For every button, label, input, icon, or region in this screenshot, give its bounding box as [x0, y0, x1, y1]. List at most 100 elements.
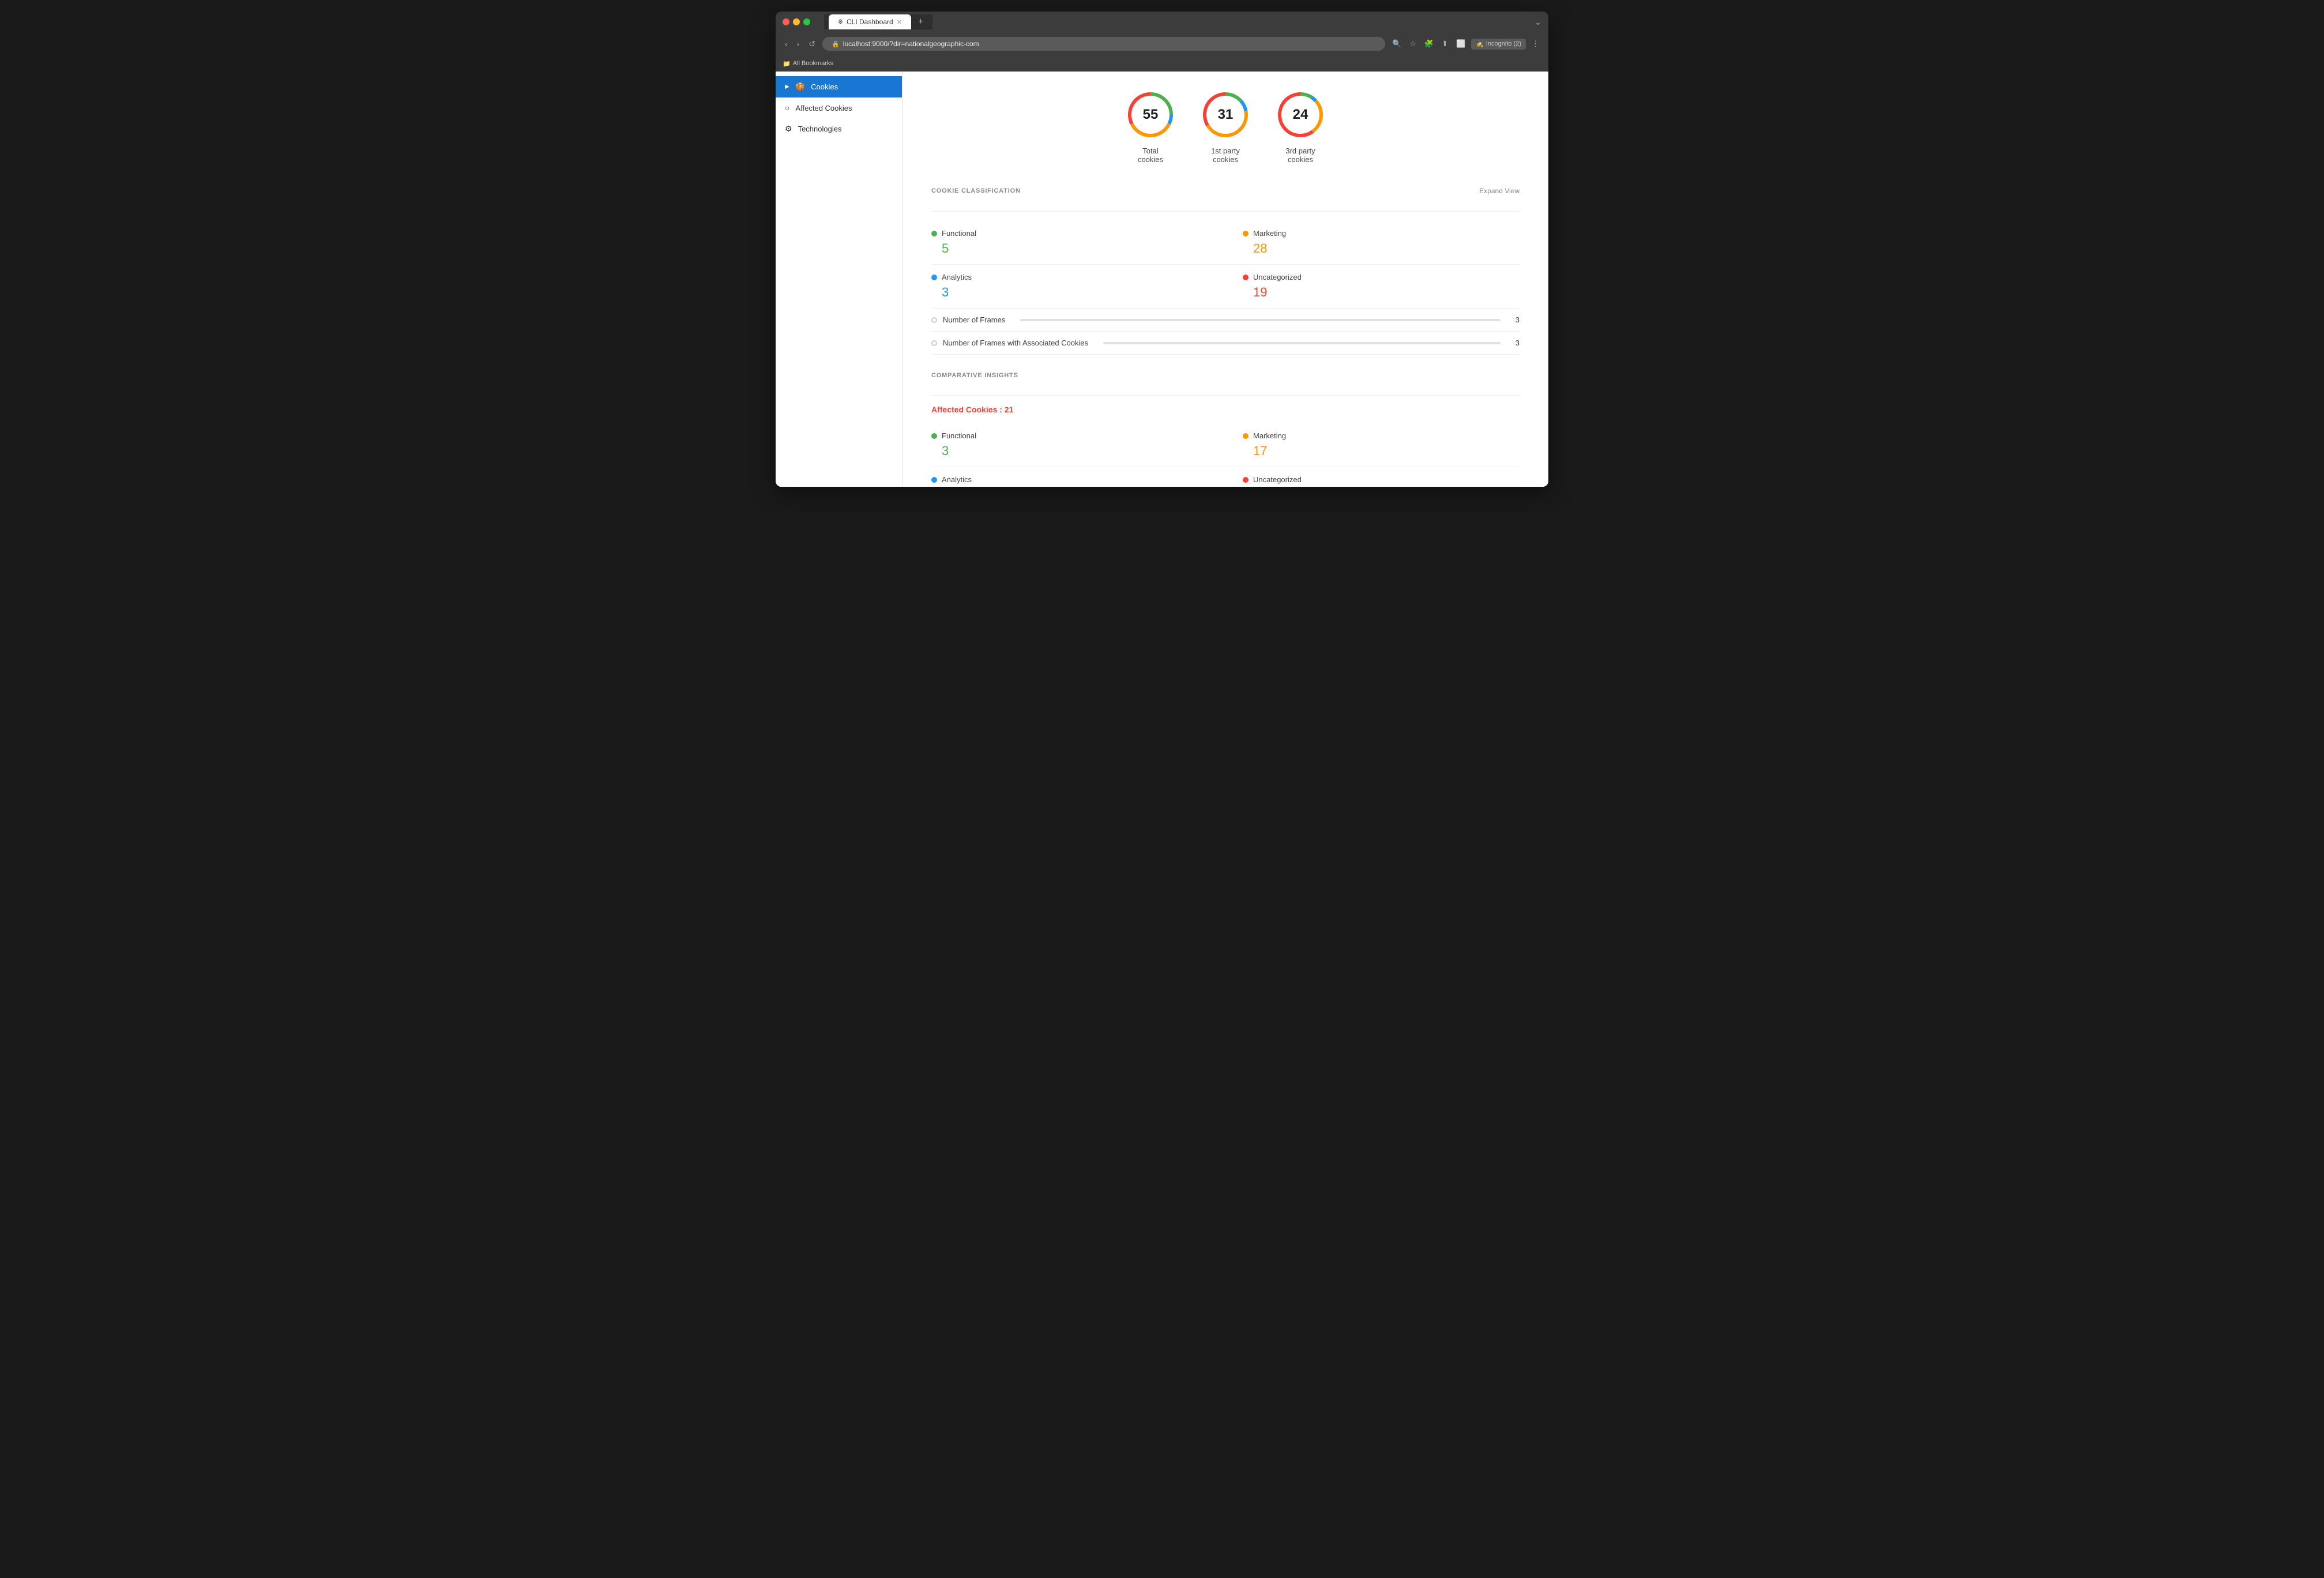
marketing-value: 28 — [1253, 241, 1520, 256]
comp-analytics-label-row: Analytics — [931, 475, 1208, 484]
comp-uncategorized-dot — [1243, 477, 1249, 483]
cookie-classification-section: COOKIE CLASSIFICATION Expand View Functi… — [931, 187, 1520, 355]
functional-label: Functional — [942, 229, 976, 238]
classification-uncategorized: Uncategorized 19 — [1225, 265, 1520, 309]
expand-arrow-icon: ▶ — [785, 84, 789, 90]
frames-dot-1 — [931, 317, 937, 323]
sidebar: ▶ 🍪 Cookies ○ Affected Cookies ⚙ Technol… — [776, 72, 902, 487]
comp-analytics-label: Analytics — [942, 475, 972, 484]
sidebar-item-technologies[interactable]: ⚙ Technologies — [776, 118, 902, 140]
incognito-label: Incognito (2) — [1486, 40, 1521, 47]
technologies-icon: ⚙ — [785, 124, 792, 134]
frames-value-1: 3 — [1516, 315, 1520, 324]
comp-marketing-value: 17 — [1253, 444, 1520, 459]
browser-window: ⚙ CLI Dashboard ✕ + ⌄ ‹ › ↺ 🔒 localhost:… — [776, 12, 1548, 487]
marketing-dot — [1243, 231, 1249, 236]
frames-row-1: Number of Frames 3 — [931, 309, 1520, 332]
comparative-insights-section: COMPARATIVE INSIGHTS Affected Cookies : … — [931, 372, 1520, 487]
frames-dot-2 — [931, 340, 937, 346]
frames-value-2: 3 — [1516, 339, 1520, 347]
bookmarks-bar: 📁 All Bookmarks — [776, 55, 1548, 72]
cookies-icon: 🍪 — [795, 82, 805, 92]
refresh-button[interactable]: ↺ — [806, 37, 818, 51]
lock-icon: 🔒 — [832, 40, 840, 48]
sidebar-technologies-label: Technologies — [798, 125, 842, 133]
tab-bar: ⚙ CLI Dashboard ✕ + — [824, 14, 932, 29]
browser-titlebar: ⚙ CLI Dashboard ✕ + ⌄ — [776, 12, 1548, 32]
comp-functional-dot — [931, 433, 937, 439]
address-bar[interactable]: 🔒 localhost:9000/?dir=nationalgeographic… — [822, 37, 1385, 51]
tab-view-icon[interactable]: ⬜ — [1454, 37, 1468, 51]
classification-title: COOKIE CLASSIFICATION — [931, 187, 1021, 194]
comparative-header: COMPARATIVE INSIGHTS — [931, 372, 1520, 384]
zoom-icon[interactable]: 🔍 — [1390, 37, 1404, 51]
first-party-label: 1st partycookies — [1211, 146, 1240, 164]
close-button[interactable] — [783, 18, 789, 25]
donut-first-party: 31 — [1199, 89, 1251, 141]
comp-marketing-label: Marketing — [1253, 431, 1286, 440]
sidebar-item-cookies[interactable]: ▶ 🍪 Cookies — [776, 76, 902, 97]
third-party-label: 3rd partycookies — [1285, 146, 1315, 164]
comp-functional: Functional 3 — [931, 423, 1225, 467]
bookmarks-label: All Bookmarks — [793, 60, 833, 67]
analytics-value: 3 — [942, 285, 1208, 300]
bookmark-star-icon[interactable]: ☆ — [1407, 37, 1419, 51]
incognito-badge: 🕵 Incognito (2) — [1471, 39, 1526, 50]
functional-dot — [931, 231, 937, 236]
tab-close-button[interactable]: ✕ — [897, 18, 902, 26]
analytics-dot — [931, 275, 937, 280]
stat-third-party: 24 3rd partycookies — [1274, 89, 1326, 164]
classification-grid: Functional 5 Marketing 28 — [931, 221, 1520, 309]
uncategorized-label: Uncategorized — [1253, 273, 1302, 281]
comp-marketing-label-row: Marketing — [1243, 431, 1520, 440]
stat-first-party: 31 1st partycookies — [1199, 89, 1251, 164]
stats-row: 55 Totalcookies 31 — [931, 89, 1520, 164]
first-party-value: 31 — [1218, 107, 1234, 123]
comp-marketing-dot — [1243, 433, 1249, 439]
frames-bar-2 — [1103, 342, 1501, 344]
donut-total: 55 — [1125, 89, 1176, 141]
comp-marketing: Marketing 17 — [1225, 423, 1520, 467]
share-icon[interactable]: ⬆ — [1439, 37, 1450, 51]
frames-label-1: Number of Frames — [943, 315, 1005, 324]
window-controls[interactable]: ⌄ — [1535, 17, 1541, 27]
back-button[interactable]: ‹ — [783, 37, 790, 51]
sidebar-item-affected-cookies[interactable]: ○ Affected Cookies — [776, 97, 902, 118]
classification-divider — [931, 211, 1520, 212]
analytics-label: Analytics — [942, 273, 972, 281]
comp-functional-label-row: Functional — [931, 431, 1208, 440]
tab-title: CLI Dashboard — [847, 18, 893, 26]
total-cookies-value: 55 — [1143, 107, 1159, 123]
active-tab[interactable]: ⚙ CLI Dashboard ✕ — [829, 14, 911, 29]
comp-functional-value: 3 — [942, 444, 1208, 459]
frames-bar-1 — [1020, 319, 1500, 321]
minimize-button[interactable] — [793, 18, 800, 25]
app-container: ▶ 🍪 Cookies ○ Affected Cookies ⚙ Technol… — [776, 72, 1548, 487]
url-display: localhost:9000/?dir=nationalgeographic-c… — [843, 40, 979, 48]
third-party-value: 24 — [1293, 107, 1308, 123]
comparative-divider — [931, 395, 1520, 396]
bookmarks-folder-icon: 📁 — [783, 60, 791, 67]
comp-functional-label: Functional — [942, 431, 976, 440]
comp-uncategorized-label-row: Uncategorized — [1243, 475, 1520, 484]
menu-icon[interactable]: ⋮ — [1529, 37, 1541, 51]
functional-label-row: Functional — [931, 229, 1208, 238]
new-tab-button[interactable]: + — [913, 14, 928, 29]
browser-toolbar: ‹ › ↺ 🔒 localhost:9000/?dir=nationalgeog… — [776, 32, 1548, 55]
uncategorized-value: 19 — [1253, 285, 1520, 300]
expand-view-button[interactable]: Expand View — [1479, 187, 1520, 195]
maximize-button[interactable] — [803, 18, 810, 25]
marketing-label-row: Marketing — [1243, 229, 1520, 238]
classification-marketing: Marketing 28 — [1225, 221, 1520, 265]
uncategorized-label-row: Uncategorized — [1243, 273, 1520, 281]
classification-header: COOKIE CLASSIFICATION Expand View — [931, 187, 1520, 200]
tab-favicon: ⚙ — [838, 19, 843, 25]
extension-icon[interactable]: 🧩 — [1422, 37, 1436, 51]
comparative-grid: Functional 3 Marketing 17 — [931, 423, 1520, 487]
sidebar-affected-label: Affected Cookies — [795, 104, 852, 112]
functional-value: 5 — [942, 241, 1208, 256]
frames-label-2: Number of Frames with Associated Cookies — [943, 339, 1088, 347]
total-cookies-label: Totalcookies — [1138, 146, 1163, 164]
traffic-lights — [783, 18, 810, 25]
forward-button[interactable]: › — [795, 37, 802, 51]
